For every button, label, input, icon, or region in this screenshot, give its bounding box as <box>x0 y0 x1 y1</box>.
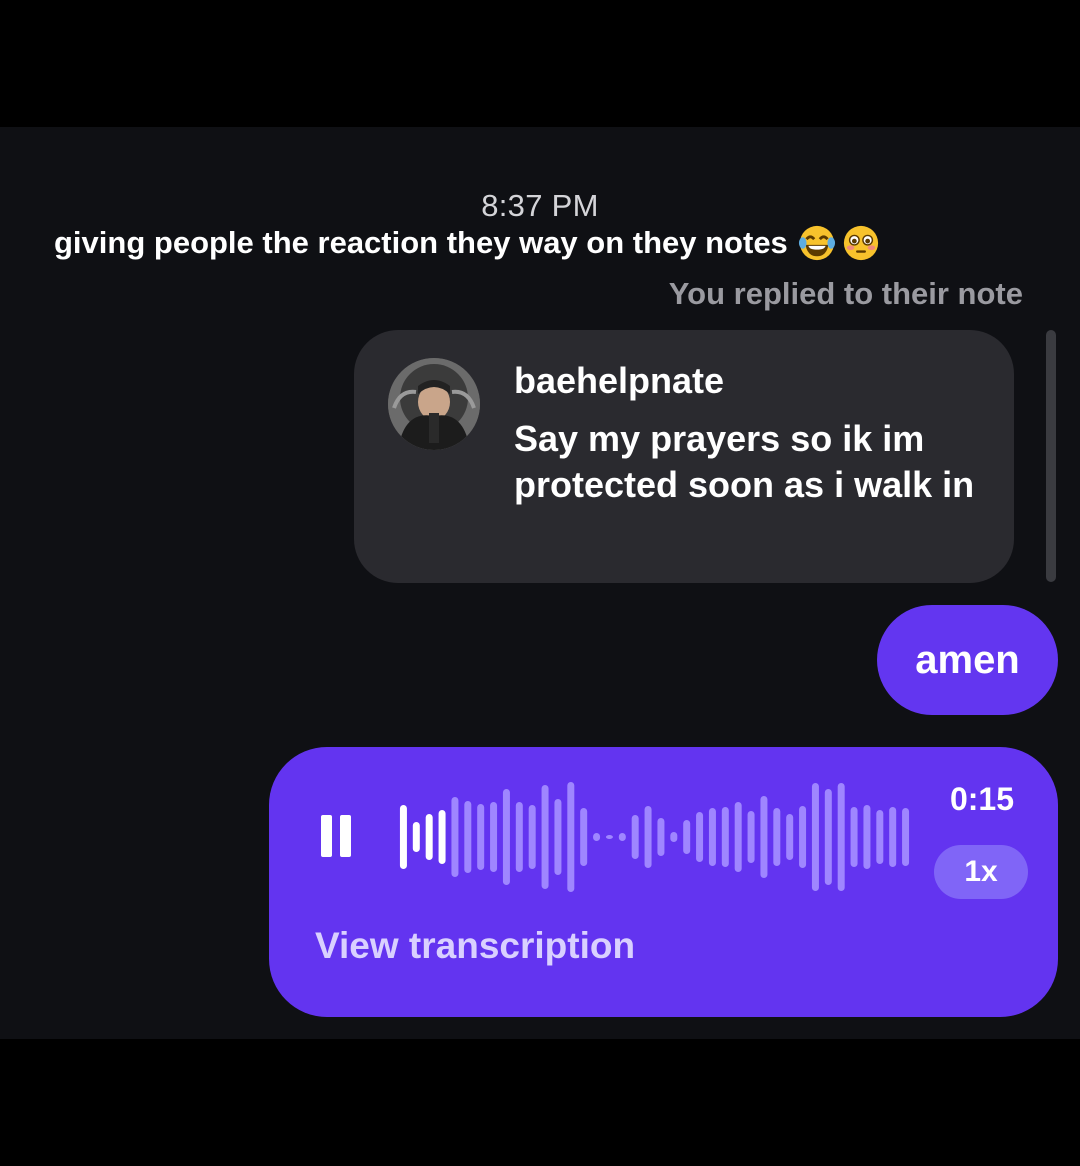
waveform-bar <box>541 785 549 889</box>
waveform-bar <box>515 802 523 872</box>
waveform-bar <box>747 811 755 863</box>
view-transcription-link[interactable]: View transcription <box>315 925 635 967</box>
waveform-bar <box>670 832 678 842</box>
avatar[interactable] <box>388 358 480 450</box>
waveform-bar <box>889 807 897 867</box>
waveform-bar <box>593 833 601 841</box>
overlay-caption: giving people the reaction they way on t… <box>54 224 880 262</box>
waveform-bar <box>734 802 742 872</box>
waveform-bar <box>644 806 652 868</box>
caption-text: giving people the reaction they way on t… <box>54 225 788 260</box>
waveform-bar <box>721 807 729 867</box>
waveform-bar <box>708 808 716 866</box>
voice-duration: 0:15 <box>949 781 1014 817</box>
waveform-bar <box>863 805 871 869</box>
waveform-bar <box>618 833 626 841</box>
waveform-bar <box>837 783 845 891</box>
waveform-bar <box>464 801 472 873</box>
message-timestamp: 8:37 PM <box>481 188 599 223</box>
waveform-bar <box>799 806 807 868</box>
flushed-emoji-icon <box>843 225 878 261</box>
waveform-bar <box>425 814 433 860</box>
voice-message-bubble[interactable]: 0:15 1x View transcription <box>269 747 1058 1017</box>
pause-icon[interactable] <box>321 815 351 857</box>
playback-speed-button[interactable]: 1x <box>934 845 1028 899</box>
waveform-bar <box>631 815 639 859</box>
waveform-bar <box>399 805 407 869</box>
note-text: Say my prayers so ik im protected soon a… <box>514 418 975 505</box>
waveform-bar <box>760 796 768 878</box>
waveform-bar <box>580 808 588 866</box>
waveform-bar <box>683 820 691 854</box>
sent-message-text: amen <box>915 637 1020 682</box>
waveform-bar <box>528 805 536 869</box>
scrollbar[interactable] <box>1046 330 1056 582</box>
waveform-bar <box>773 808 781 866</box>
replied-to-note-label: You replied to their note <box>668 276 1023 311</box>
waveform-bar <box>451 797 459 877</box>
waveform-bar <box>657 818 665 856</box>
waveform-bar <box>477 804 485 870</box>
waveform-bar <box>490 802 498 872</box>
waveform-bar <box>696 812 704 862</box>
waveform-bar <box>554 799 562 875</box>
waveform-bar <box>438 810 446 864</box>
waveform-bar <box>786 814 794 860</box>
waveform-bar <box>902 808 910 866</box>
waveform-bar <box>412 822 420 852</box>
waveform-bar <box>824 789 832 885</box>
waveform-bar <box>850 807 858 867</box>
waveform-bar <box>502 789 510 885</box>
sent-message-bubble[interactable]: amen <box>877 605 1058 715</box>
waveform-bar <box>605 835 613 839</box>
audio-waveform[interactable] <box>397 777 912 897</box>
replied-note-card[interactable]: baehelpnate Say my prayers so ik im prot… <box>354 330 1014 583</box>
profile-photo <box>388 358 480 450</box>
waveform-bar <box>811 783 819 891</box>
tears-of-joy-emoji-icon <box>798 225 835 261</box>
playback-speed-label: 1x <box>964 855 998 888</box>
waveform-bar <box>567 782 575 892</box>
waveform-bar <box>876 810 884 864</box>
note-username: baehelpnate <box>514 360 725 401</box>
